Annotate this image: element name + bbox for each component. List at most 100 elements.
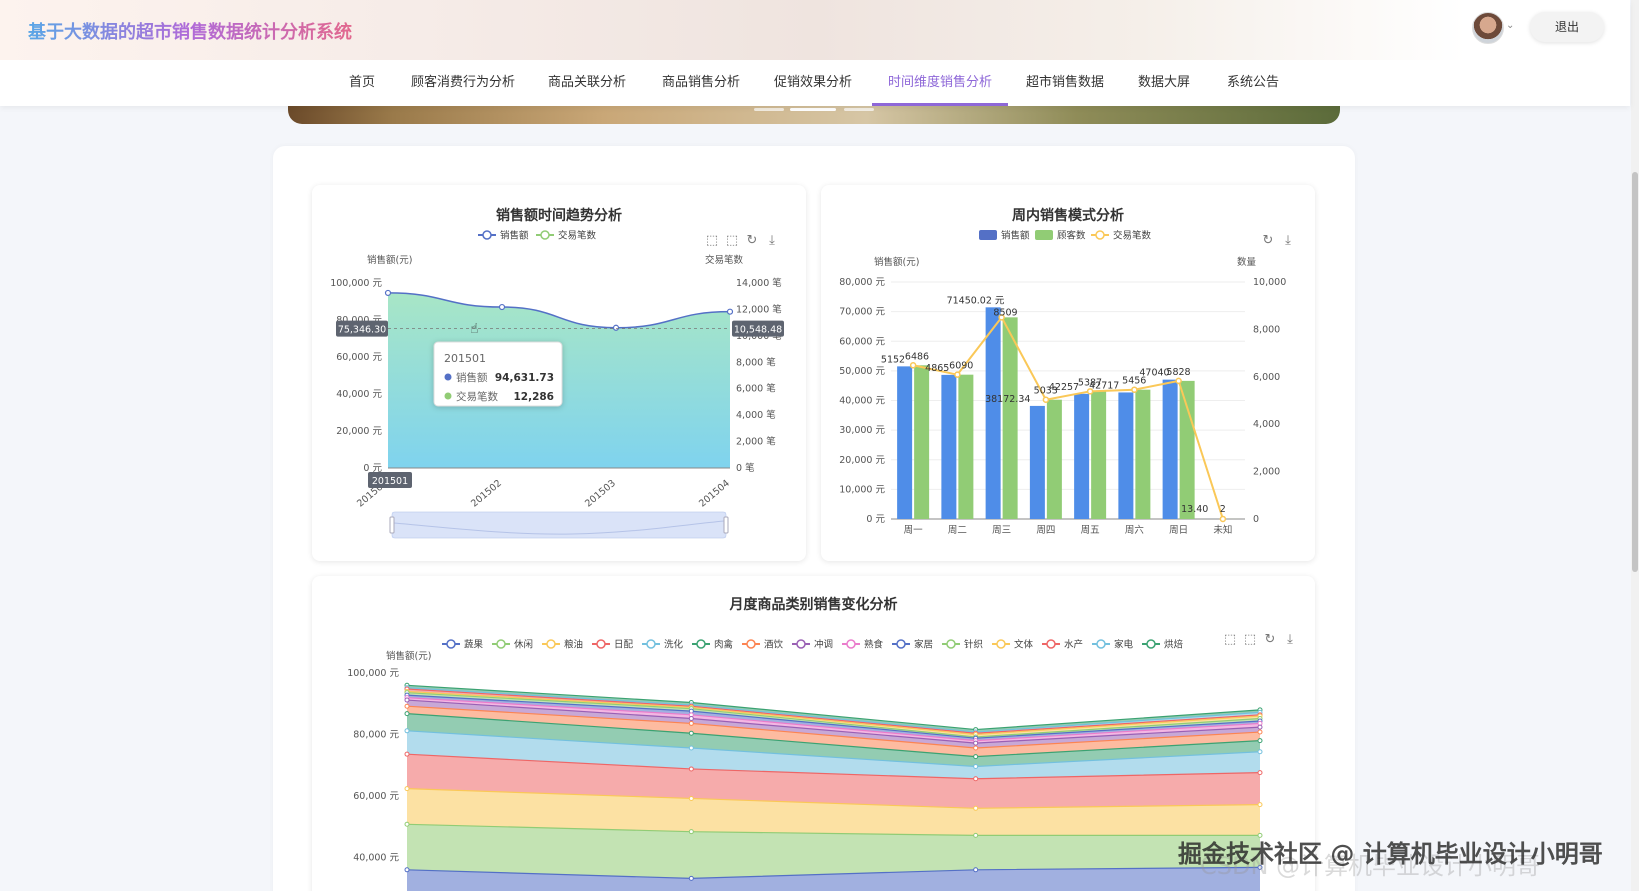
download-icon[interactable]: ⤓ [1285,233,1291,248]
tooltip-label: 交易笔数 [456,390,498,403]
zoom-icon[interactable]: ⬚ [1224,632,1236,647]
weekly-pattern-chart[interactable]: 销售额 顾客数 交易笔数 ↻ ⤓ 销售额(元) 数量 80,000 元 70,000 元 60,0… [821,185,1315,561]
sales-trend-chart[interactable]: 销售额 交易笔数 ⬚ ⬚ ↻ ⤓销售额(元) 交易笔数100,000 元80,000 元60… [312,185,806,561]
transactions-point [1175,377,1182,385]
user-avatar[interactable] [1472,12,1504,44]
app-title: 基于大数据的超市销售数据统计分析系统 [28,18,352,44]
datazoom-handle-right[interactable] [723,516,729,534]
category-point [973,745,979,751]
zoom-reset-icon[interactable]: ⬚ [1244,632,1256,647]
legend-label[interactable]: 销售额 [1001,230,1030,242]
legend-marker [1096,639,1106,649]
nav-item-promotion[interactable]: 促销效果分析 [766,60,860,106]
nav-item-product-sales[interactable]: 商品销售分析 [654,60,748,106]
tooltip-marker [444,392,452,400]
legend-label[interactable]: 家居 [914,639,933,651]
y-tick: 100,000 元 [347,668,399,679]
y-tick-right: 2,000 [1253,467,1280,478]
nav-item-dashboard[interactable]: 数据大屏 [1128,60,1200,106]
category-point [404,751,410,757]
axis-pointer-left-label: 75,346.30 [338,325,386,336]
y-tick-right: 4,000 笔 [736,409,776,421]
cursor-icon: ☝ [470,321,479,337]
carousel-dot-active[interactable] [790,108,836,111]
zoom-icon[interactable]: ⬚ [706,233,718,248]
legend-label[interactable]: 家电 [1114,639,1134,651]
category-point [404,867,410,873]
refresh-icon[interactable]: ↻ [1263,233,1274,248]
legend-marker [482,230,492,240]
category-point [404,711,410,717]
y-tick-right: 4,000 [1253,419,1280,430]
legend-label[interactable]: 针织 [964,639,983,651]
legend-label[interactable]: 酒饮 [764,639,784,651]
tooltip-label: 销售额 [456,371,488,384]
category-point [404,697,410,703]
header: 基于大数据的超市销售数据统计分析系统 ⌄ 退出 首页 顾客消费行为分析 商品关联… [0,0,1630,106]
x-tick: 周二 [948,525,967,536]
sales-trend-card: 销售额时间趋势分析 销售额 交易笔数 ⬚ ⬚ ↻ ⤓ 销售额(元) 交易笔数 100,000 元… [312,185,806,561]
legend-marker [996,639,1006,649]
nav-item-announcements[interactable]: 系统公告 [1214,60,1292,106]
category-point [973,832,979,838]
legend-swatch [1035,230,1053,240]
legend-label[interactable]: 顾客数 [1057,230,1086,242]
y-tick-right: 10,000 [1253,277,1286,288]
sales-bar [1074,393,1090,519]
legend-label[interactable]: 冲调 [814,639,833,651]
logout-button[interactable]: 退出 [1530,12,1604,42]
customers-bar [958,374,974,519]
legend-marker [1146,639,1156,649]
nav-item-home[interactable]: 首页 [330,60,394,106]
legend-label[interactable]: 水产 [1064,639,1083,651]
tooltip-marker [444,373,452,381]
axis-pointer-right-label: 10,548.48 [734,325,782,336]
refresh-icon[interactable]: ↻ [747,233,758,248]
data-label: 42717 [1089,380,1119,391]
datazoom-handle-left[interactable] [389,516,395,534]
legend-label[interactable]: 熟食 [864,639,884,651]
y-tick-left: 40,000 元 [839,396,885,407]
category-point [973,763,979,769]
data-label: 47040 [1139,368,1169,379]
legend-label[interactable]: 日配 [614,640,634,651]
nav-item-customer-behavior[interactable]: 顾客消费行为分析 [404,60,522,106]
legend-label[interactable]: 肉禽 [714,639,734,651]
category-monthly-chart[interactable]: 蔬果 休闲 粮油 日配 洗化 肉禽 酒饮 冲调 熟食 家居 针织 文体 水产 家电 烘焙 ⬚ ⬚ ↻ ⤓ 销售额(元)… [312,576,1315,891]
nav-item-association[interactable]: 商品关联分析 [540,60,634,106]
legend-label[interactable]: 烘焙 [1164,639,1184,651]
nav-item-sales-data[interactable]: 超市销售数据 [1018,60,1112,106]
refresh-icon[interactable]: ↻ [1265,632,1276,647]
scrollbar-thumb[interactable] [1632,172,1638,572]
page: 基于大数据的超市销售数据统计分析系统 ⌄ 退出 首页 顾客消费行为分析 商品关联… [0,0,1639,891]
legend-label[interactable]: 交易笔数 [558,230,597,242]
download-icon[interactable]: ⤓ [1287,632,1293,647]
category-point [404,728,410,734]
nav-item-time-analysis[interactable]: 时间维度销售分析 [872,60,1008,106]
download-icon[interactable]: ⤓ [769,233,775,248]
legend-label[interactable]: 粮油 [564,639,583,651]
main-nav: 首页 顾客消费行为分析 商品关联分析 商品销售分析 促销效果分析 时间维度销售分… [0,60,1630,106]
legend-label[interactable]: 蔬果 [464,639,484,651]
legend-marker [1095,230,1105,240]
y-tick-left: 60,000 元 [336,352,382,363]
chevron-down-icon[interactable]: ⌄ [1506,20,1514,31]
sales-point [384,289,392,297]
data-label: 38172.34 [985,394,1030,405]
y-tick-left: 50,000 元 [839,366,885,377]
carousel-dot[interactable] [754,108,784,111]
zoom-reset-icon[interactable]: ⬚ [726,233,738,248]
y-tick-left: 30,000 元 [839,425,885,436]
legend-marker [540,230,550,240]
legend-label[interactable]: 销售额 [500,230,529,242]
sales-point [726,308,734,315]
customers-bar [1046,399,1062,519]
legend-label[interactable]: 洗化 [664,639,684,651]
legend-label[interactable]: 休闲 [514,639,533,651]
legend-label[interactable]: 文体 [1014,639,1034,651]
legend-label[interactable]: 交易笔数 [1113,230,1152,242]
legend-marker [446,639,456,649]
legend-marker [496,639,506,649]
carousel-dot[interactable] [844,108,874,111]
x-tick: 周日 [1169,525,1188,536]
